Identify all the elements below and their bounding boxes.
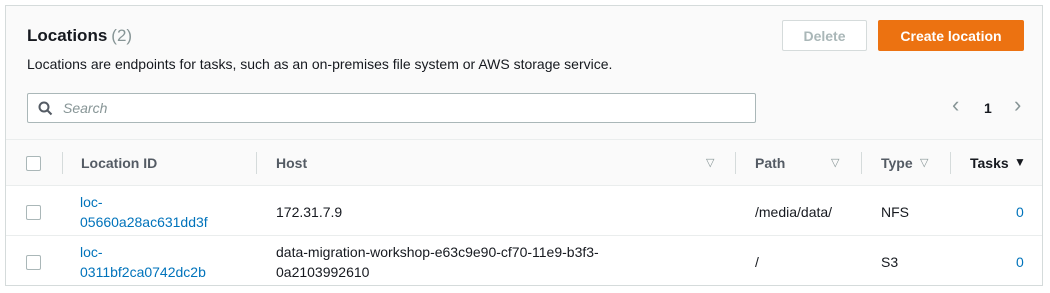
host-line: data-migration-workshop-e63c9e90-cf70-11… <box>276 244 599 260</box>
host-line: 0a2103992610 <box>276 264 370 280</box>
type-cell: NFS <box>881 204 909 220</box>
search-input[interactable]: Search <box>27 93 756 123</box>
column-divider <box>62 152 63 174</box>
location-id-line: loc- <box>80 244 103 260</box>
create-location-button[interactable]: Create location <box>878 20 1024 51</box>
column-divider <box>735 152 736 174</box>
location-id-link[interactable]: loc- 0311bf2ca0742dc2b <box>80 242 206 282</box>
tasks-count[interactable]: 0 <box>1016 202 1024 222</box>
panel-header: Locations (2) Locations are endpoints for… <box>6 6 1042 139</box>
location-id-line: 0311bf2ca0742dc2b <box>80 264 206 280</box>
delete-button[interactable]: Delete <box>782 20 867 51</box>
current-page-number[interactable]: 1 <box>984 100 992 116</box>
location-id-link[interactable]: loc- 05660a28ac631dd3f <box>80 192 208 232</box>
column-header-host[interactable]: Host <box>276 155 307 171</box>
column-header-path[interactable]: Path <box>755 155 785 171</box>
location-count: (2) <box>111 26 133 45</box>
host-cell: data-migration-workshop-e63c9e90-cf70-11… <box>276 242 599 282</box>
path-cell: / <box>755 254 759 270</box>
host-line: 172.31.7.9 <box>276 204 343 220</box>
table-header: Location ID Host ▽ Path ▽ Type ▽ Tasks ▼ <box>6 139 1042 186</box>
table-row: loc- 0311bf2ca0742dc2b data-migration-wo… <box>6 236 1042 285</box>
column-divider <box>950 152 951 174</box>
type-cell: S3 <box>881 254 899 270</box>
column-header-location-id[interactable]: Location ID <box>81 155 157 171</box>
page-title: Locations (2) <box>27 26 132 46</box>
search-icon <box>38 101 53 116</box>
search-placeholder: Search <box>63 100 108 116</box>
table-row: loc- 05660a28ac631dd3f 172.31.7.9 /media… <box>6 186 1042 236</box>
next-page-icon[interactable]: › <box>1014 92 1021 118</box>
location-id-line: loc- <box>80 194 103 210</box>
location-id-line: 05660a28ac631dd3f <box>80 214 208 230</box>
page-description: Locations are endpoints for tasks, such … <box>27 56 613 72</box>
select-all-checkbox[interactable] <box>26 156 41 171</box>
sort-caret-icon[interactable]: ▽ <box>831 156 839 169</box>
title-text: Locations <box>27 26 108 45</box>
host-cell: 172.31.7.9 <box>276 202 342 222</box>
sort-descending-icon[interactable]: ▼ <box>1014 155 1026 169</box>
sort-caret-icon[interactable]: ▽ <box>920 156 928 169</box>
row-checkbox[interactable] <box>26 205 41 220</box>
column-divider <box>256 152 257 174</box>
sort-caret-icon[interactable]: ▽ <box>706 156 714 169</box>
column-divider <box>861 152 862 174</box>
row-checkbox[interactable] <box>26 255 41 270</box>
column-header-type[interactable]: Type <box>881 155 913 171</box>
tasks-count[interactable]: 0 <box>1016 252 1024 272</box>
column-header-tasks[interactable]: Tasks <box>970 155 1009 171</box>
path-cell: /media/data/ <box>755 204 833 220</box>
locations-panel: Locations (2) Locations are endpoints for… <box>5 5 1043 286</box>
previous-page-icon[interactable]: ‹ <box>952 92 959 118</box>
